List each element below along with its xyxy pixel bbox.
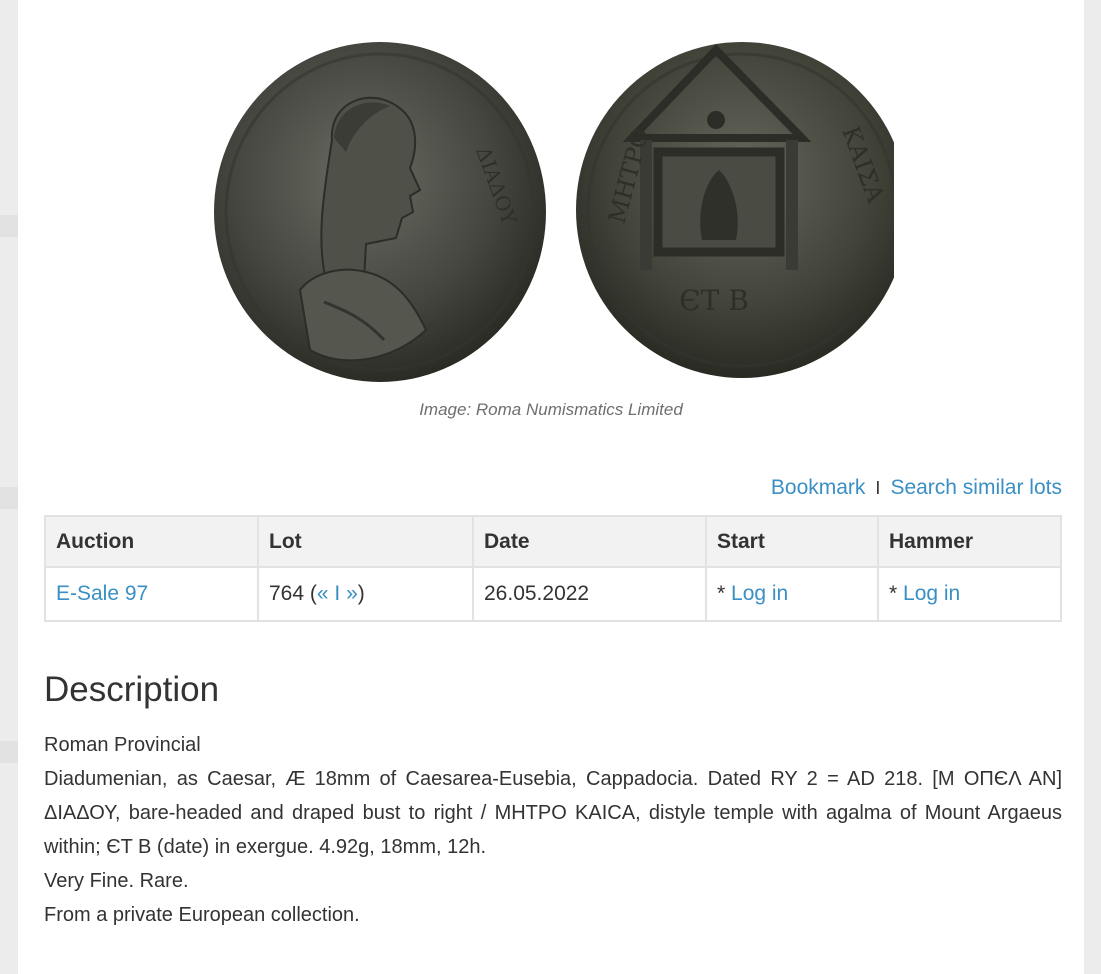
sidebar-edge-mark [0, 215, 18, 237]
next-lot-link[interactable]: » [346, 582, 358, 605]
coin-reverse: ΜΗΤΡΟ ΚΑΙΣΑ ЄΤ Β [576, 42, 894, 378]
sidebar-edge-mark [0, 741, 18, 763]
coin-obverse: ΔΙΑΔΟΥ [214, 42, 546, 382]
coin-image[interactable]: ΔΙΑΔΟΥ ΜΗΤΡΟ ΚΑΙΣΑ ЄΤ Β [214, 40, 894, 390]
col-header-auction: Auction [44, 515, 259, 568]
col-header-hammer: Hammer [877, 515, 1062, 568]
reverse-exergue: ЄΤ Β [679, 284, 749, 317]
description-grade: Very Fine. Rare. [44, 870, 189, 892]
date-cell: 26.05.2022 [472, 566, 707, 622]
lot-close-paren: ) [357, 582, 365, 605]
start-login-link[interactable]: Log in [731, 582, 788, 605]
lot-detail-page: ΔΙΑΔΟΥ ΜΗΤΡΟ ΚΑΙΣΑ ЄΤ Β Image: Roma Numi… [18, 0, 1084, 974]
auction-cell: E-Sale 97 [44, 566, 259, 622]
lot-info-table: Auction Lot Date Start Hammer E-Sale 97 … [44, 515, 1062, 622]
description-title: Description [44, 670, 220, 709]
hammer-login-link[interactable]: Log in [903, 582, 960, 605]
description-text: Diadumenian, as Caesar, Æ 18mm of Caesar… [44, 768, 1062, 858]
sidebar-edge-mark [0, 487, 18, 509]
actions-separator: I [875, 478, 881, 498]
image-caption: Image: Roma Numismatics Limited [419, 400, 683, 419]
col-header-start: Start [705, 515, 879, 568]
col-header-lot: Lot [257, 515, 474, 568]
bookmark-link[interactable]: Bookmark [771, 476, 866, 499]
lot-number: 764 ( [269, 582, 317, 605]
previous-lot-link[interactable]: « [317, 582, 329, 605]
hammer-cell: * Log in [877, 566, 1062, 622]
start-prefix: * [717, 582, 732, 605]
table-header-row: Auction Lot Date Start Hammer [44, 515, 1062, 568]
description-body: Roman Provincial Diadumenian, as Caesar,… [44, 728, 1062, 932]
table-row: E-Sale 97 764 (« I ») 26.05.2022 * Log i… [44, 566, 1062, 622]
lot-nav-separator: I [328, 582, 347, 605]
lot-actions: Bookmark I Search similar lots [771, 476, 1062, 500]
col-header-date: Date [472, 515, 707, 568]
hammer-prefix: * [889, 582, 904, 605]
auction-link[interactable]: E-Sale 97 [56, 582, 148, 605]
description-category: Roman Provincial [44, 734, 201, 756]
lot-cell: 764 (« I ») [257, 566, 474, 622]
search-similar-lots-link[interactable]: Search similar lots [890, 476, 1062, 499]
description-provenance: From a private European collection. [44, 904, 360, 926]
start-cell: * Log in [705, 566, 879, 622]
